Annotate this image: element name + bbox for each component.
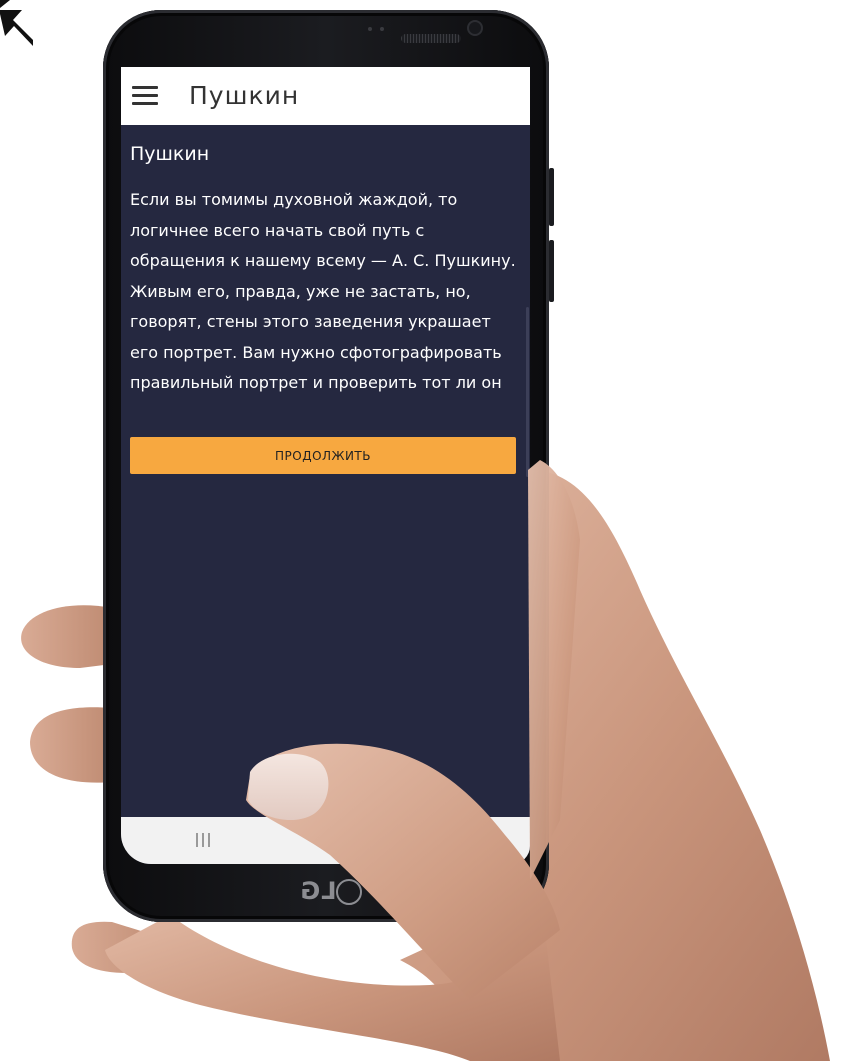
sensor-dot bbox=[368, 27, 372, 31]
front-camera-icon bbox=[467, 20, 483, 36]
app-bar-title: Пушкин bbox=[189, 81, 300, 110]
device-brand: LG bbox=[299, 877, 337, 905]
recent-apps-icon[interactable] bbox=[196, 833, 214, 847]
quest-description: Если вы томимы духовной жаждой, то логич… bbox=[130, 190, 516, 392]
earpiece-speaker bbox=[401, 34, 461, 43]
app-screen: Пушкин Пушкин Если вы томимы духовной жа… bbox=[121, 67, 530, 864]
page-title: Пушкин bbox=[130, 143, 210, 165]
sensor-dot bbox=[380, 27, 384, 31]
continue-button[interactable]: ПРОДОЛЖИТЬ bbox=[130, 437, 516, 474]
system-nav-bar bbox=[121, 817, 530, 864]
power-button bbox=[549, 240, 554, 302]
volume-button bbox=[549, 168, 554, 226]
app-bar: Пушкин bbox=[121, 67, 530, 125]
scrollbar[interactable] bbox=[526, 307, 529, 477]
hamburger-menu-icon[interactable] bbox=[132, 86, 158, 106]
mockup-stage: LG Пушкин Пушкин Если вы томимы духовной… bbox=[0, 0, 843, 1061]
